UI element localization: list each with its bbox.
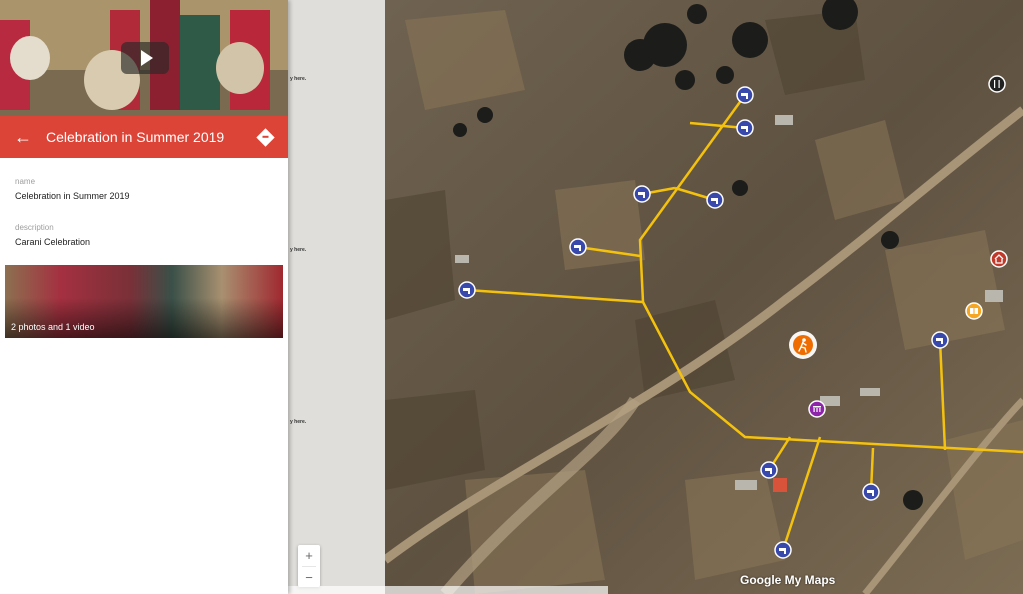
home-icon: [990, 250, 1008, 268]
museum-marker[interactable]: [808, 400, 826, 418]
arrow-left-icon: ←: [14, 126, 32, 147]
gallery-caption: 2 photos and 1 video: [11, 322, 95, 332]
map-hint-text: y here.: [290, 247, 307, 253]
zoom-out-button[interactable]: −: [298, 567, 320, 588]
water-tap-icon[interactable]: [706, 191, 724, 209]
description-label: description: [15, 223, 54, 232]
google-my-maps-logo: Google My Maps: [740, 573, 836, 587]
water-tap-icon[interactable]: [458, 281, 476, 299]
media-gallery[interactable]: 2 photos and 1 video: [5, 265, 283, 338]
hiking-marker[interactable]: [789, 331, 817, 359]
back-button[interactable]: ←: [0, 116, 46, 158]
hero-video-thumbnail[interactable]: [0, 0, 288, 116]
water-tap-icon[interactable]: [862, 483, 880, 501]
name-label: name: [15, 177, 36, 186]
directions-icon: [255, 127, 275, 147]
directions-button[interactable]: [242, 116, 288, 158]
water-tap-icon[interactable]: [736, 119, 754, 137]
restaurant-marker[interactable]: [988, 75, 1006, 93]
book-icon: [965, 302, 983, 320]
water-tap-icon[interactable]: [736, 86, 754, 104]
map-blank-strip: [288, 0, 385, 594]
panel-header: ← Celebration in Summer 2019: [0, 116, 288, 158]
water-tap-icon[interactable]: [569, 238, 587, 256]
feature-title: Celebration in Summer 2019: [46, 129, 225, 145]
map-hint-text: y here.: [290, 76, 307, 82]
feature-details-panel: ← Celebration in Summer 2019 name Celebr…: [0, 0, 288, 594]
play-icon[interactable]: [121, 42, 169, 74]
restaurant-icon: [988, 75, 1006, 93]
home-marker[interactable]: [990, 250, 1008, 268]
satellite-map[interactable]: [385, 0, 1023, 594]
hiking-icon: [793, 335, 813, 355]
map-attribution-bar: [288, 586, 608, 594]
zoom-control: + −: [298, 545, 320, 587]
description-value: Carani Celebration: [15, 237, 91, 247]
water-tap-icon[interactable]: [774, 541, 792, 559]
water-tap-icon[interactable]: [760, 461, 778, 479]
water-tap-icon[interactable]: [931, 331, 949, 349]
name-value: Celebration in Summer 2019: [15, 191, 130, 201]
map-hint-text: y here.: [290, 419, 307, 425]
map-red-roof: [773, 478, 787, 492]
book-marker[interactable]: [965, 302, 983, 320]
water-tap-icon[interactable]: [633, 185, 651, 203]
zoom-in-button[interactable]: +: [298, 545, 320, 566]
